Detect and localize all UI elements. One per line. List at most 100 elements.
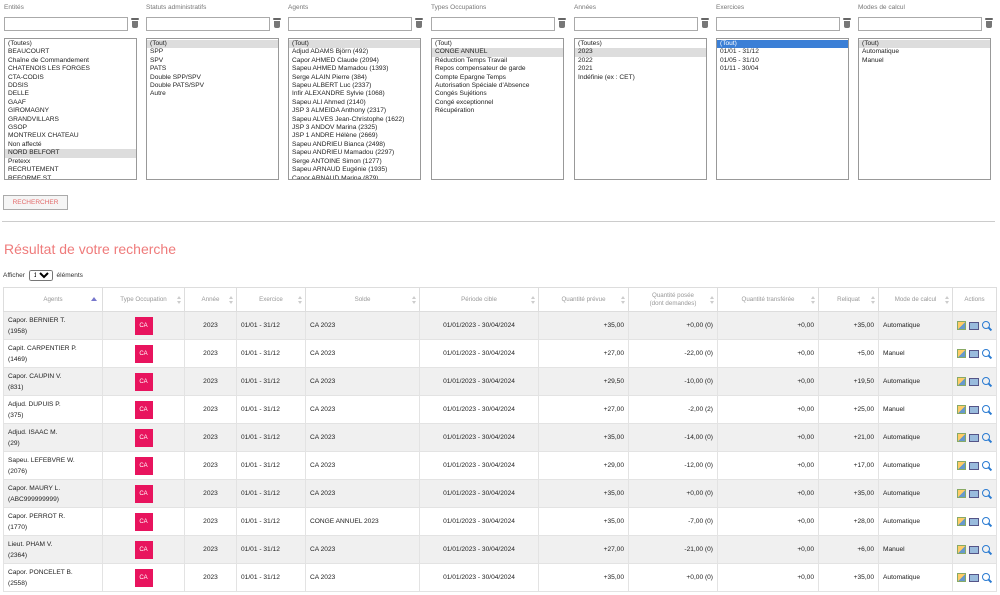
list-option[interactable]: REFORME ST xyxy=(5,175,136,180)
column-header-quantite-transferee[interactable]: Quantité transférée xyxy=(717,287,819,312)
list-option[interactable]: CONGE ANNUEL xyxy=(432,48,563,57)
edit-icon[interactable] xyxy=(957,405,966,414)
list-option[interactable]: Congés Sujétions xyxy=(432,90,563,98)
list-option[interactable]: RECRUTEMENT xyxy=(5,166,136,174)
list-option[interactable]: Sapeu ANDRIEU Mamadou (2297) xyxy=(289,149,420,157)
trash-icon[interactable] xyxy=(842,17,852,29)
edit-icon[interactable] xyxy=(957,489,966,498)
list-option[interactable]: (Tout) xyxy=(147,40,278,49)
list-option[interactable]: (Toutes) xyxy=(575,40,706,48)
list-option[interactable]: GRANDVILLARS xyxy=(5,116,136,124)
list-option[interactable]: MONTREUX CHATEAU xyxy=(5,132,136,140)
column-header-quantite-posee[interactable]: Quantité posée (dont demandes) xyxy=(628,287,718,312)
book-icon[interactable] xyxy=(968,377,980,386)
list-option[interactable]: Sapeu ANDRIEU Bianca (2498) xyxy=(289,141,420,149)
list-option[interactable]: 01/01 - 31/12 xyxy=(717,48,848,56)
list-option[interactable]: (Tout) xyxy=(717,40,848,49)
list-option[interactable]: Autorisation Spéciale d'Absence xyxy=(432,82,563,90)
magnify-icon[interactable] xyxy=(982,320,992,331)
list-option[interactable]: SPV xyxy=(147,57,278,65)
filter-search-input[interactable] xyxy=(4,17,128,31)
list-option[interactable]: 2023 xyxy=(575,48,706,57)
list-option[interactable]: Récupération xyxy=(432,107,563,115)
list-option[interactable]: 2022 xyxy=(575,57,706,65)
column-header-solde[interactable]: Solde xyxy=(305,287,420,312)
list-option[interactable]: Double PATS/SPV xyxy=(147,82,278,90)
filter-search-input[interactable] xyxy=(288,17,412,31)
column-header-agents[interactable]: Agents xyxy=(3,287,103,312)
list-option[interactable]: 01/11 - 30/04 xyxy=(717,65,848,73)
list-option[interactable]: Double SPP/SPV xyxy=(147,74,278,82)
list-option[interactable]: Pretexx xyxy=(5,158,136,166)
book-icon[interactable] xyxy=(968,545,980,554)
list-option[interactable]: Serge ALAIN Pierre (384) xyxy=(289,74,420,82)
list-option[interactable]: CTA-CODIS xyxy=(5,74,136,82)
column-header-periode-cible[interactable]: Période cible xyxy=(419,287,539,312)
list-option[interactable]: GAAF xyxy=(5,99,136,107)
edit-icon[interactable] xyxy=(957,573,966,582)
list-option[interactable]: (Toutes) xyxy=(5,40,136,48)
list-option[interactable]: Sapeu ALI Ahmed (2140) xyxy=(289,99,420,107)
list-option[interactable]: Automatique xyxy=(859,48,990,56)
list-option[interactable]: NORD BELFORT xyxy=(5,149,136,158)
list-option[interactable]: Sapeu AHMED Mamadou (1393) xyxy=(289,65,420,73)
list-option[interactable]: (Tout) xyxy=(432,40,563,48)
list-option[interactable]: Sapeu ALVES Jean-Christophe (1622) xyxy=(289,116,420,124)
list-option[interactable]: (Tout) xyxy=(859,40,990,49)
column-header-exercice[interactable]: Exercice xyxy=(236,287,306,312)
edit-icon[interactable] xyxy=(957,517,966,526)
trash-icon[interactable] xyxy=(557,17,567,29)
magnify-icon[interactable] xyxy=(982,544,992,555)
list-option[interactable]: DDSIS xyxy=(5,82,136,90)
trash-icon[interactable] xyxy=(984,17,994,29)
list-option[interactable]: Autre xyxy=(147,90,278,98)
list-option[interactable]: Capor AHMED Claude (2094) xyxy=(289,57,420,65)
list-option[interactable]: 01/05 - 31/10 xyxy=(717,57,848,65)
filter-search-input[interactable] xyxy=(146,17,270,31)
book-icon[interactable] xyxy=(968,349,980,358)
edit-icon[interactable] xyxy=(957,377,966,386)
list-option[interactable]: Réduction Temps Travail xyxy=(432,57,563,65)
book-icon[interactable] xyxy=(968,321,980,330)
filter-search-input[interactable] xyxy=(858,17,982,31)
column-header-reliquat[interactable]: Reliquat xyxy=(818,287,879,312)
filter-search-input[interactable] xyxy=(716,17,840,31)
edit-icon[interactable] xyxy=(957,545,966,554)
list-option[interactable]: BEAUCOURT xyxy=(5,48,136,56)
list-option[interactable]: JSP 3 ANDOV Marina (2325) xyxy=(289,124,420,132)
trash-icon[interactable] xyxy=(414,17,424,29)
list-option[interactable]: GSOP xyxy=(5,124,136,132)
magnify-icon[interactable] xyxy=(982,488,992,499)
magnify-icon[interactable] xyxy=(982,516,992,527)
list-option[interactable]: DELLE xyxy=(5,90,136,98)
magnify-icon[interactable] xyxy=(982,376,992,387)
book-icon[interactable] xyxy=(968,573,980,582)
filter-listbox[interactable]: (Toutes) 2023 2022 2021 Indéfinie (ex : CET) xyxy=(574,38,707,180)
page-length-select[interactable]: 10 xyxy=(28,270,53,281)
list-option[interactable]: Compte Epargne Temps xyxy=(432,74,563,82)
list-option[interactable]: Manuel xyxy=(859,57,990,65)
book-icon[interactable] xyxy=(968,489,980,498)
book-icon[interactable] xyxy=(968,461,980,470)
list-option[interactable]: Non affecté xyxy=(5,141,136,149)
magnify-icon[interactable] xyxy=(982,460,992,471)
list-option[interactable]: Indéfinie (ex : CET) xyxy=(575,74,706,82)
list-option[interactable]: JSP 3 ALMEIDA Anthony (2317) xyxy=(289,107,420,115)
magnify-icon[interactable] xyxy=(982,348,992,359)
search-button[interactable]: RECHERCHER xyxy=(3,195,68,210)
list-option[interactable]: Serge ANTOINE Simon (1277) xyxy=(289,158,420,166)
list-option[interactable]: GIROMAGNY xyxy=(5,107,136,115)
column-header-quantite-prevue[interactable]: Quantité prévue xyxy=(538,287,629,312)
column-header-annee[interactable]: Année xyxy=(184,287,237,312)
list-option[interactable]: JSP 1 ANDRÉ Hélène (2669) xyxy=(289,132,420,140)
list-option[interactable]: SPP xyxy=(147,48,278,56)
filter-search-input[interactable] xyxy=(431,17,555,31)
list-option[interactable]: CHATENOIS LES FORGES xyxy=(5,65,136,73)
edit-icon[interactable] xyxy=(957,321,966,330)
list-option[interactable]: PATS xyxy=(147,65,278,73)
list-option[interactable]: Sapeu ARNAUD Eugénie (1935) xyxy=(289,166,420,174)
book-icon[interactable] xyxy=(968,517,980,526)
list-option[interactable]: Chaîne de Commandement xyxy=(5,57,136,65)
magnify-icon[interactable] xyxy=(982,572,992,583)
list-option[interactable]: Repos compensateur de garde xyxy=(432,65,563,73)
